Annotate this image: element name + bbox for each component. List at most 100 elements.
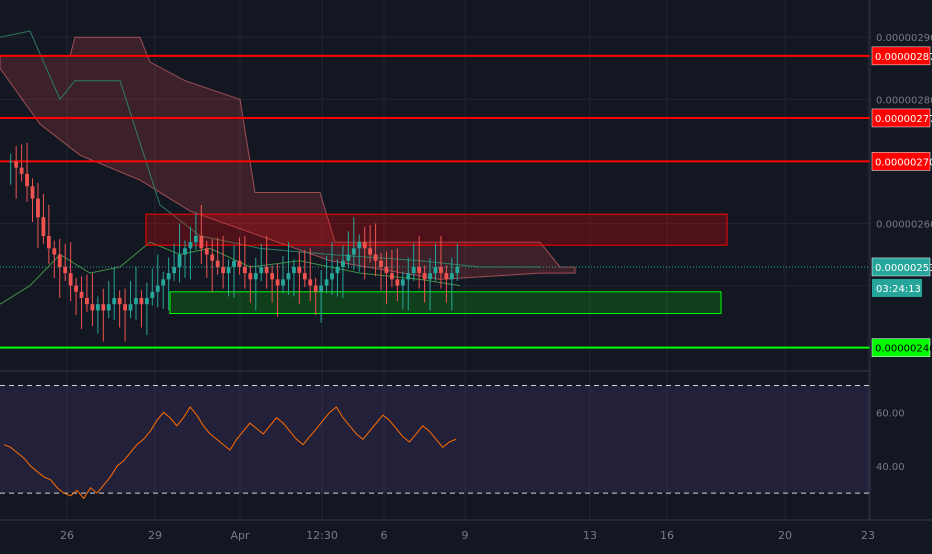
- candle-body: [270, 273, 275, 280]
- support-zone: [169, 291, 722, 315]
- candle-body: [351, 248, 356, 255]
- candle-body: [215, 260, 220, 267]
- x-tick-label: 29: [148, 529, 162, 542]
- candle-body: [373, 254, 378, 261]
- candle-body: [308, 279, 313, 286]
- candle-body: [417, 266, 422, 274]
- candle-body: [177, 254, 182, 267]
- candle-body: [144, 297, 149, 305]
- y-tick-label: 0.00000290: [876, 33, 932, 44]
- candle-body: [297, 266, 302, 274]
- candle-body: [90, 304, 95, 311]
- candle-body: [106, 304, 111, 311]
- candle-body: [400, 279, 405, 286]
- candle-body: [199, 235, 204, 249]
- candle-body: [346, 254, 351, 261]
- candle-body: [128, 304, 133, 311]
- candle-body: [112, 297, 117, 305]
- candle-body: [433, 266, 438, 274]
- candle-body: [335, 266, 340, 274]
- candle-body: [74, 285, 78, 292]
- candle-body: [390, 273, 394, 280]
- candle-body: [79, 291, 84, 298]
- price-label-text: 0.00000270: [875, 157, 932, 168]
- candle-body: [368, 248, 373, 255]
- candle-body: [406, 273, 411, 280]
- candle-body: [68, 273, 73, 286]
- x-tick-label: 26: [60, 529, 74, 542]
- price-label-text: 0.00000240: [875, 344, 932, 355]
- candle-body: [253, 273, 258, 280]
- candle-body: [232, 260, 236, 267]
- candle-body: [172, 266, 177, 274]
- price-label-text: 0.00000277: [875, 114, 932, 125]
- candle-body: [286, 273, 291, 280]
- candle-body: [379, 260, 383, 267]
- candle-body: [210, 254, 215, 261]
- candle-body: [36, 198, 40, 218]
- candle-body: [449, 273, 454, 280]
- x-tick-label: 6: [381, 529, 388, 542]
- countdown-text: 03:24:13: [876, 284, 921, 295]
- candle-body: [444, 273, 449, 280]
- candle-body: [439, 266, 443, 274]
- candle-body: [242, 266, 247, 274]
- candle-body: [134, 297, 138, 305]
- candle-body: [455, 266, 460, 274]
- candle-body: [411, 266, 416, 274]
- candle-body: [46, 235, 51, 249]
- x-tick-label: 9: [462, 529, 469, 542]
- x-tick-label: 12:30: [306, 529, 338, 542]
- x-tick-label: 13: [583, 529, 597, 542]
- candle-body: [193, 235, 198, 243]
- resistance-zone: [145, 213, 728, 246]
- candle-body: [237, 260, 242, 267]
- candle-body: [313, 285, 318, 292]
- candle-body: [362, 242, 367, 249]
- candle-body: [302, 273, 307, 280]
- candle-body: [259, 266, 264, 274]
- candle-body: [155, 285, 160, 292]
- y-tick-label: 0.00000280: [876, 95, 932, 106]
- y-tick-label: 0.00000260: [876, 219, 932, 230]
- candle-body: [63, 266, 68, 274]
- candle-body: [166, 273, 171, 280]
- candle-body: [395, 279, 400, 286]
- candle-body: [248, 273, 253, 280]
- chart-root: 0.00000290 0.00000280 0.00000260 0.00000287…: [0, 0, 932, 550]
- candle-body: [330, 273, 334, 280]
- candle-body: [85, 297, 89, 305]
- candle-body: [8, 161, 13, 163]
- candle-body: [226, 266, 231, 274]
- candle-body: [281, 279, 285, 286]
- candle-body: [150, 291, 155, 298]
- price-chart[interactable]: 0.00000290 0.00000280 0.00000260 0.00000287…: [0, 0, 932, 550]
- candle-body: [123, 304, 127, 311]
- x-tick-label: Apr: [230, 529, 250, 542]
- rsi-tick-label: 60.00: [876, 408, 905, 419]
- candle-body: [57, 254, 62, 267]
- candle-body: [188, 242, 193, 249]
- candle-body: [422, 273, 427, 280]
- price-label-text: 0.00000287: [875, 52, 932, 63]
- candle-body: [183, 248, 187, 255]
- price-label-text: 0.00000253: [875, 263, 932, 274]
- candle-body: [19, 167, 24, 174]
- candle-body: [324, 279, 329, 286]
- candle-body: [384, 266, 389, 274]
- candle-body: [41, 217, 46, 236]
- candle-body: [341, 260, 345, 267]
- candle-body: [30, 186, 35, 199]
- candle-body: [357, 242, 362, 249]
- candle-body: [25, 173, 29, 187]
- candle-body: [52, 248, 57, 255]
- candle-body: [204, 248, 209, 255]
- candle-body: [275, 279, 280, 286]
- x-tick-label: 23: [861, 529, 875, 542]
- candle-body: [291, 266, 296, 274]
- rsi-tick-label: 40.00: [876, 462, 905, 473]
- candle-body: [101, 304, 106, 311]
- candle-body: [221, 266, 226, 274]
- x-tick-label: 16: [660, 529, 674, 542]
- candle-body: [14, 161, 19, 168]
